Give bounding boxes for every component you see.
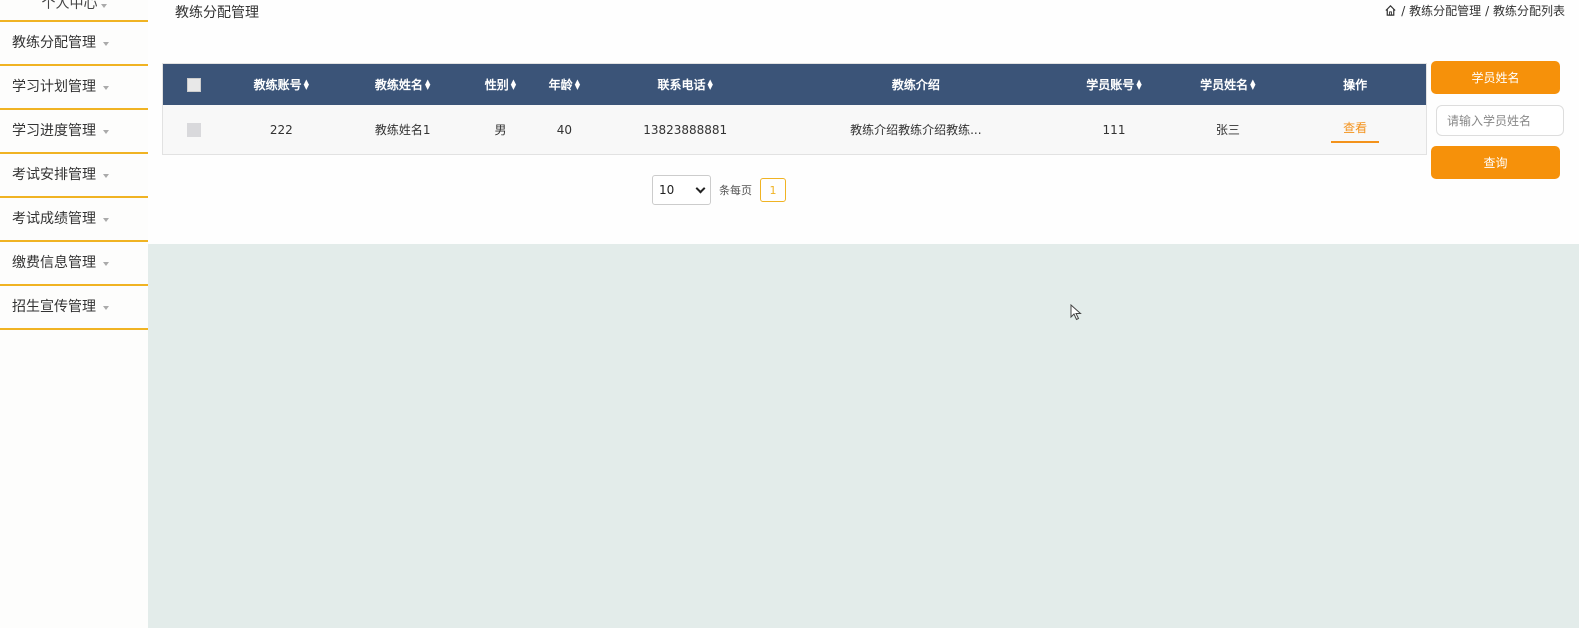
table-cell: 张三 bbox=[1215, 123, 1240, 137]
table-cell: 40 bbox=[556, 122, 573, 137]
chevron-down-icon bbox=[103, 217, 109, 222]
table-cell: 男 bbox=[494, 123, 507, 137]
page-size-select[interactable]: 10 bbox=[652, 175, 711, 205]
sidebar-item-enrollment-promo[interactable]: 招生宣传管理 bbox=[0, 286, 148, 330]
sidebar-item-label: 考试安排管理 bbox=[12, 167, 96, 183]
table-cell: 111 bbox=[1102, 122, 1126, 137]
sidebar-item-coach-assignment[interactable]: 教练分配管理 bbox=[0, 22, 148, 66]
table-cell: 222 bbox=[269, 122, 293, 137]
sidebar-item-label: 学习计划管理 bbox=[12, 79, 96, 95]
sidebar: 个人中心 教练分配管理 学习计划管理 学习进度管理 考试安排管理 考试成绩管理 … bbox=[0, 0, 148, 628]
chevron-down-icon bbox=[103, 129, 109, 134]
sidebar-item-label: 学习进度管理 bbox=[12, 123, 96, 139]
sidebar-item-payment-info[interactable]: 缴费信息管理 bbox=[0, 242, 148, 286]
sidebar-item-personal-center[interactable]: 个人中心 bbox=[0, 0, 148, 22]
sort-icon: ▲ ▼ bbox=[707, 77, 713, 91]
column-header: 教练介绍 bbox=[891, 78, 940, 92]
mouse-cursor-icon bbox=[1070, 304, 1082, 321]
sort-icon: ▲ ▼ bbox=[424, 77, 431, 91]
column-header[interactable]: 教练姓名 ▲ ▼ bbox=[338, 76, 468, 93]
table-cell: 13823888881 bbox=[643, 122, 728, 137]
chevron-down-icon bbox=[103, 173, 109, 178]
breadcrumb-item: / 教练分配列表 bbox=[1485, 4, 1565, 18]
column-header[interactable]: 性别 ▲ ▼ bbox=[468, 76, 534, 93]
breadcrumb-item[interactable]: / 教练分配管理 bbox=[1401, 2, 1481, 19]
column-header[interactable]: 年龄 ▲ ▼ bbox=[533, 76, 595, 93]
sidebar-item-exam-scores[interactable]: 考试成绩管理 bbox=[0, 198, 148, 242]
student-name-search-input[interactable] bbox=[1436, 105, 1564, 136]
sidebar-item-study-progress[interactable]: 学习进度管理 bbox=[0, 110, 148, 154]
sidebar-item-label: 缴费信息管理 bbox=[12, 255, 96, 271]
sidebar-item-label: 招生宣传管理 bbox=[12, 299, 96, 315]
search-button[interactable]: 查询 bbox=[1431, 146, 1560, 179]
sort-icon: ▲ ▼ bbox=[1250, 77, 1256, 91]
column-header[interactable]: 教练账号 ▲ ▼ bbox=[225, 76, 338, 93]
column-header[interactable]: 学员账号 ▲ ▼ bbox=[1057, 76, 1172, 93]
table-cell: 教练姓名1 bbox=[374, 123, 431, 137]
select-all-checkbox-cell bbox=[163, 77, 225, 92]
coach-assignment-table: 教练账号 ▲ ▼ 教练姓名 ▲ ▼ 性别 ▲ ▼ 年龄 ▲ ▼ 联系电话 ▲ ▼ 教练介绍 学员账号… bbox=[162, 63, 1427, 155]
page-number-button[interactable]: 1 bbox=[760, 178, 786, 202]
chevron-down-icon bbox=[100, 4, 107, 8]
column-header[interactable]: 学员姓名 ▲ ▼ bbox=[1171, 76, 1284, 93]
row-checkbox-cell bbox=[163, 122, 225, 137]
chevron-down-icon bbox=[695, 183, 706, 194]
column-header[interactable]: 联系电话 ▲ ▼ bbox=[595, 76, 775, 93]
sidebar-item-label: 个人中心 bbox=[41, 0, 98, 12]
sidebar-item-label: 教练分配管理 bbox=[12, 35, 96, 51]
select-all-checkbox[interactable] bbox=[186, 77, 201, 92]
chevron-down-icon bbox=[103, 305, 109, 310]
action-cell: 查看 bbox=[1284, 117, 1426, 143]
search-field-label: 学员姓名 bbox=[1431, 61, 1560, 94]
sidebar-item-study-plan[interactable]: 学习计划管理 bbox=[0, 66, 148, 110]
sort-icon: ▲ ▼ bbox=[510, 77, 517, 91]
table-header: 教练账号 ▲ ▼ 教练姓名 ▲ ▼ 性别 ▲ ▼ 年龄 ▲ ▼ 联系电话 ▲ ▼ 教练介绍 学员账号… bbox=[163, 64, 1426, 105]
table-row: 222 教练姓名1 男 40 13823888881 教练介绍教练介绍教练...… bbox=[163, 105, 1426, 154]
home-icon[interactable] bbox=[1384, 4, 1397, 17]
chevron-down-icon bbox=[103, 85, 109, 90]
row-checkbox[interactable] bbox=[186, 122, 201, 137]
per-page-label: 条每页 bbox=[719, 184, 752, 197]
pagination: 10 条每页 1 bbox=[652, 175, 786, 205]
sort-icon: ▲ ▼ bbox=[1136, 77, 1142, 91]
sort-icon: ▲ ▼ bbox=[574, 77, 581, 91]
table-cell: 教练介绍教练介绍教练... bbox=[850, 123, 982, 137]
sort-icon: ▲ ▼ bbox=[303, 77, 310, 91]
sidebar-item-label: 考试成绩管理 bbox=[12, 211, 96, 227]
main-content: 教练分配管理 / 教练分配管理 / 教练分配列表 教练账号 ▲ ▼ 教练姓名 ▲ ▼ 性… bbox=[148, 0, 1579, 244]
sidebar-item-exam-schedule[interactable]: 考试安排管理 bbox=[0, 154, 148, 198]
chevron-down-icon bbox=[103, 41, 109, 46]
breadcrumb: / 教练分配管理 / 教练分配列表 bbox=[1384, 2, 1565, 19]
view-button[interactable]: 查看 bbox=[1331, 117, 1380, 143]
page-title: 教练分配管理 bbox=[175, 5, 259, 21]
chevron-down-icon bbox=[103, 261, 109, 266]
column-header: 操作 bbox=[1343, 78, 1368, 92]
